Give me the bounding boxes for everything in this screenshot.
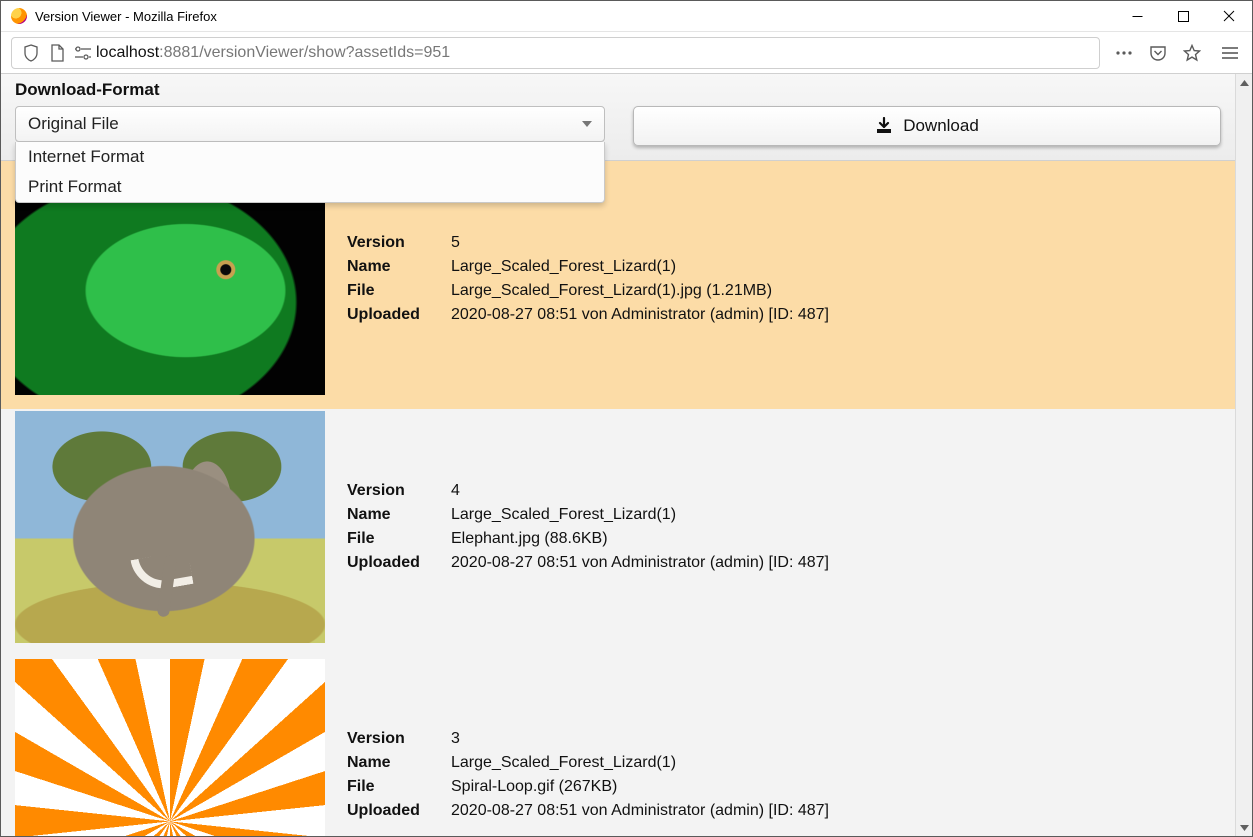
download-icon bbox=[875, 117, 893, 135]
chevron-down-icon bbox=[582, 121, 592, 127]
download-button[interactable]: Download bbox=[633, 106, 1221, 146]
meta-label: Version bbox=[347, 482, 451, 500]
download-toolbar: Download-Format Original File Internet F… bbox=[1, 74, 1235, 161]
meta-row-file: FileElephant.jpg (88.6KB) bbox=[347, 527, 829, 551]
meta-label: Uploaded bbox=[347, 306, 451, 324]
permissions-icon[interactable] bbox=[70, 40, 96, 66]
download-format-selected-text: Original File bbox=[28, 114, 119, 134]
download-format-label: Download-Format bbox=[15, 80, 1221, 100]
download-button-label: Download bbox=[903, 116, 979, 136]
meta-label: Uploaded bbox=[347, 802, 451, 820]
meta-value: Large_Scaled_Forest_Lizard(1).jpg (1.21M… bbox=[451, 282, 772, 300]
format-option-internet[interactable]: Internet Format bbox=[16, 142, 604, 172]
meta-value: 3 bbox=[451, 730, 460, 748]
meta-label: Uploaded bbox=[347, 554, 451, 572]
meta-value: Large_Scaled_Forest_Lizard(1) bbox=[451, 754, 676, 772]
meta-label: Version bbox=[347, 234, 451, 252]
address-bar[interactable]: localhost:8881/versionViewer/show?assetI… bbox=[11, 37, 1100, 69]
meta-label: File bbox=[347, 282, 451, 300]
meta-value: Large_Scaled_Forest_Lizard(1) bbox=[451, 506, 676, 524]
meta-label: Name bbox=[347, 258, 451, 276]
meta-value: 2020-08-27 08:51 von Administrator (admi… bbox=[451, 306, 829, 324]
version-row[interactable]: Version3NameLarge_Scaled_Forest_Lizard(1… bbox=[1, 657, 1235, 836]
meta-label: Name bbox=[347, 506, 451, 524]
page-viewport-wrap: Download-Format Original File Internet F… bbox=[1, 74, 1252, 836]
format-option-print[interactable]: Print Format bbox=[16, 172, 604, 202]
download-format-dropdown[interactable]: Original File Internet Format Print Form… bbox=[15, 106, 605, 142]
meta-value: 2020-08-27 08:51 von Administrator (admi… bbox=[451, 802, 829, 820]
bookmark-star-icon[interactable] bbox=[1176, 37, 1208, 69]
meta-value: 4 bbox=[451, 482, 460, 500]
version-thumbnail[interactable] bbox=[15, 411, 325, 643]
meta-value: 2020-08-27 08:51 von Administrator (admi… bbox=[451, 554, 829, 572]
meta-row-name: NameLarge_Scaled_Forest_Lizard(1) bbox=[347, 255, 829, 279]
version-thumbnail[interactable] bbox=[15, 659, 325, 836]
meta-label: Version bbox=[347, 730, 451, 748]
window-titlebar: Version Viewer - Mozilla Firefox bbox=[1, 1, 1252, 32]
url-path: :8881/versionViewer/show?assetIds=951 bbox=[159, 44, 450, 62]
pocket-icon[interactable] bbox=[1142, 37, 1174, 69]
browser-toolbar: localhost:8881/versionViewer/show?assetI… bbox=[1, 32, 1252, 74]
meta-row-uploaded: Uploaded2020-08-27 08:51 von Administrat… bbox=[347, 303, 829, 327]
version-row[interactable]: Version4NameLarge_Scaled_Forest_Lizard(1… bbox=[1, 409, 1235, 657]
meta-row-version: Version3 bbox=[347, 727, 829, 751]
page-icon[interactable] bbox=[44, 40, 70, 66]
url-host: localhost bbox=[96, 44, 159, 62]
meta-value: Spiral-Loop.gif (267KB) bbox=[451, 778, 617, 796]
page-content: Download-Format Original File Internet F… bbox=[1, 74, 1235, 836]
meta-label: Name bbox=[347, 754, 451, 772]
version-meta: Version3NameLarge_Scaled_Forest_Lizard(1… bbox=[347, 657, 829, 823]
meta-label: File bbox=[347, 778, 451, 796]
meta-value: Large_Scaled_Forest_Lizard(1) bbox=[451, 258, 676, 276]
meta-row-uploaded: Uploaded2020-08-27 08:51 von Administrat… bbox=[347, 551, 829, 575]
window-maximize-button[interactable] bbox=[1160, 1, 1206, 32]
meta-row-file: FileSpiral-Loop.gif (267KB) bbox=[347, 775, 829, 799]
meta-row-version: Version5 bbox=[347, 231, 829, 255]
meta-label: File bbox=[347, 530, 451, 548]
meta-row-uploaded: Uploaded2020-08-27 08:51 von Administrat… bbox=[347, 799, 829, 823]
url-text[interactable]: localhost:8881/versionViewer/show?assetI… bbox=[96, 44, 1093, 62]
version-meta: Version4NameLarge_Scaled_Forest_Lizard(1… bbox=[347, 409, 829, 575]
vertical-scrollbar[interactable] bbox=[1235, 74, 1252, 836]
meta-value: 5 bbox=[451, 234, 460, 252]
shield-icon[interactable] bbox=[18, 40, 44, 66]
meta-row-file: FileLarge_Scaled_Forest_Lizard(1).jpg (1… bbox=[347, 279, 829, 303]
meta-row-version: Version4 bbox=[347, 479, 829, 503]
meta-row-name: NameLarge_Scaled_Forest_Lizard(1) bbox=[347, 751, 829, 775]
page-actions-button[interactable] bbox=[1108, 37, 1140, 69]
meta-value: Elephant.jpg (88.6KB) bbox=[451, 530, 608, 548]
window-title: Version Viewer - Mozilla Firefox bbox=[35, 9, 217, 24]
scroll-up-arrow[interactable] bbox=[1236, 74, 1252, 91]
firefox-icon bbox=[11, 8, 27, 24]
meta-row-name: NameLarge_Scaled_Forest_Lizard(1) bbox=[347, 503, 829, 527]
download-format-options: Internet Format Print Format bbox=[15, 142, 605, 203]
download-format-selected[interactable]: Original File bbox=[15, 106, 605, 142]
window-close-button[interactable] bbox=[1206, 1, 1252, 32]
window-minimize-button[interactable] bbox=[1114, 1, 1160, 32]
version-list: Version5NameLarge_Scaled_Forest_Lizard(1… bbox=[1, 161, 1235, 836]
firefox-menu-button[interactable] bbox=[1212, 35, 1248, 71]
scroll-down-arrow[interactable] bbox=[1236, 819, 1252, 836]
firefox-window: Version Viewer - Mozilla Firefox bbox=[0, 0, 1253, 837]
